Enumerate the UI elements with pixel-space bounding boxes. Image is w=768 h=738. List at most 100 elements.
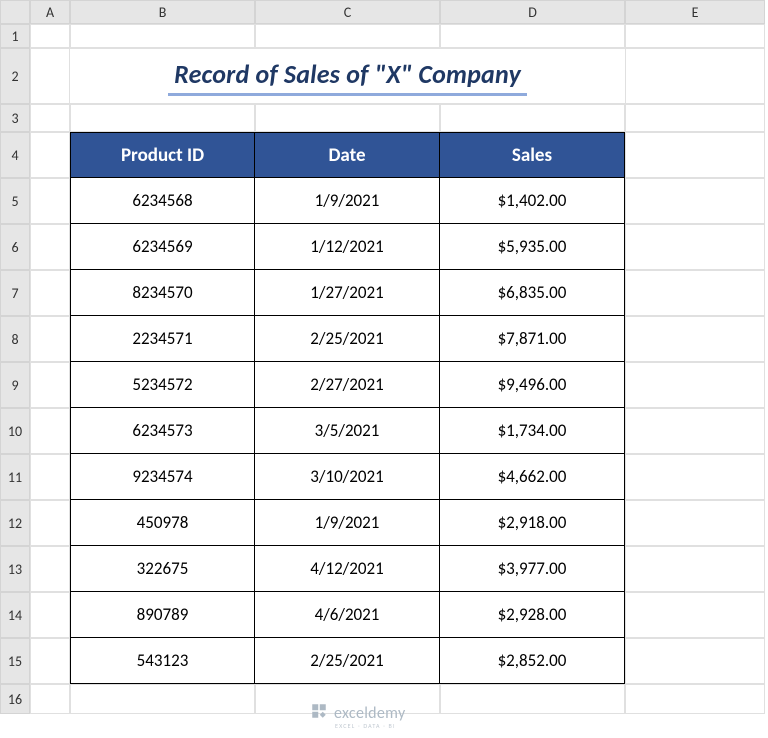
- cell-product-id[interactable]: 9234574: [70, 454, 255, 500]
- cell[interactable]: [30, 24, 70, 48]
- col-header-b[interactable]: B: [70, 0, 255, 24]
- cell-date[interactable]: 1/9/2021: [255, 178, 440, 224]
- cell-sales[interactable]: $6,835.00: [440, 270, 625, 316]
- cell-date[interactable]: 1/12/2021: [255, 224, 440, 270]
- cell[interactable]: [70, 24, 255, 48]
- cell[interactable]: [30, 408, 70, 454]
- cell[interactable]: [440, 24, 625, 48]
- cell[interactable]: [625, 224, 765, 270]
- row-header-11[interactable]: 11: [0, 454, 30, 500]
- cell-product-id[interactable]: 6234568: [70, 178, 255, 224]
- cell[interactable]: [70, 104, 255, 132]
- cell[interactable]: [30, 178, 70, 224]
- title-cell[interactable]: Record of Sales of "X" Company: [70, 48, 625, 104]
- row-header-8[interactable]: 8: [0, 316, 30, 362]
- cell-date[interactable]: 2/25/2021: [255, 316, 440, 362]
- cell-product-id[interactable]: 6234569: [70, 224, 255, 270]
- row-header-10[interactable]: 10: [0, 408, 30, 454]
- row-header-7[interactable]: 7: [0, 270, 30, 316]
- cell-date[interactable]: 1/27/2021: [255, 270, 440, 316]
- cell-sales[interactable]: $2,918.00: [440, 500, 625, 546]
- cell-sales[interactable]: $1,402.00: [440, 178, 625, 224]
- row-header-5[interactable]: 5: [0, 178, 30, 224]
- row-header-14[interactable]: 14: [0, 592, 30, 638]
- cell[interactable]: [30, 592, 70, 638]
- cell[interactable]: [625, 104, 765, 132]
- cell-product-id[interactable]: 6234573: [70, 408, 255, 454]
- cell-sales[interactable]: $7,871.00: [440, 316, 625, 362]
- cell-product-id[interactable]: 8234570: [70, 270, 255, 316]
- cell[interactable]: [625, 546, 765, 592]
- cell[interactable]: [70, 684, 255, 714]
- cell[interactable]: [625, 48, 765, 104]
- cell-product-id[interactable]: 2234571: [70, 316, 255, 362]
- cell[interactable]: [30, 638, 70, 684]
- cell[interactable]: [30, 500, 70, 546]
- cell-sales[interactable]: $9,496.00: [440, 362, 625, 408]
- cell-product-id[interactable]: 5234572: [70, 362, 255, 408]
- cell-date[interactable]: 3/10/2021: [255, 454, 440, 500]
- table-header-product-id[interactable]: Product ID: [70, 132, 255, 178]
- cell[interactable]: [625, 132, 765, 178]
- cell-sales[interactable]: $4,662.00: [440, 454, 625, 500]
- cell-product-id[interactable]: 890789: [70, 592, 255, 638]
- cell[interactable]: [625, 592, 765, 638]
- cell-date[interactable]: 1/9/2021: [255, 500, 440, 546]
- row-header-16[interactable]: 16: [0, 684, 30, 714]
- cell-sales[interactable]: $2,928.00: [440, 592, 625, 638]
- page-title: Record of Sales of "X" Company: [168, 57, 527, 96]
- select-all-corner[interactable]: [0, 0, 30, 24]
- cell-product-id[interactable]: 543123: [70, 638, 255, 684]
- row-header-6[interactable]: 6: [0, 224, 30, 270]
- cell-sales[interactable]: $2,852.00: [440, 638, 625, 684]
- cell-date[interactable]: 4/6/2021: [255, 592, 440, 638]
- cell[interactable]: [625, 178, 765, 224]
- cell[interactable]: [30, 362, 70, 408]
- cell[interactable]: [30, 684, 70, 714]
- cell[interactable]: [625, 270, 765, 316]
- cell[interactable]: [625, 362, 765, 408]
- cell[interactable]: [30, 224, 70, 270]
- cell[interactable]: [30, 104, 70, 132]
- row-header-3[interactable]: 3: [0, 104, 30, 132]
- cell[interactable]: [625, 316, 765, 362]
- table-header-sales[interactable]: Sales: [440, 132, 625, 178]
- cell[interactable]: [625, 24, 765, 48]
- col-header-a[interactable]: A: [30, 0, 70, 24]
- cell[interactable]: [30, 454, 70, 500]
- row-header-13[interactable]: 13: [0, 546, 30, 592]
- row-header-9[interactable]: 9: [0, 362, 30, 408]
- cell-product-id[interactable]: 450978: [70, 500, 255, 546]
- cell[interactable]: [440, 684, 625, 714]
- table-header-date[interactable]: Date: [255, 132, 440, 178]
- row-header-1[interactable]: 1: [0, 24, 30, 48]
- cell-sales[interactable]: $1,734.00: [440, 408, 625, 454]
- cell-date[interactable]: 3/5/2021: [255, 408, 440, 454]
- cell-sales[interactable]: $3,977.00: [440, 546, 625, 592]
- col-header-d[interactable]: D: [440, 0, 625, 24]
- cell[interactable]: [30, 270, 70, 316]
- row-header-4[interactable]: 4: [0, 132, 30, 178]
- row-header-2[interactable]: 2: [0, 48, 30, 104]
- col-header-c[interactable]: C: [255, 0, 440, 24]
- row-header-15[interactable]: 15: [0, 638, 30, 684]
- cell-date[interactable]: 2/27/2021: [255, 362, 440, 408]
- cell[interactable]: [30, 48, 70, 104]
- cell[interactable]: [255, 104, 440, 132]
- cell-product-id[interactable]: 322675: [70, 546, 255, 592]
- cell[interactable]: [30, 546, 70, 592]
- row-header-12[interactable]: 12: [0, 500, 30, 546]
- cell[interactable]: [30, 132, 70, 178]
- cell[interactable]: [30, 316, 70, 362]
- cell-sales[interactable]: $5,935.00: [440, 224, 625, 270]
- cell[interactable]: [625, 684, 765, 714]
- cell-date[interactable]: 4/12/2021: [255, 546, 440, 592]
- cell-date[interactable]: 2/25/2021: [255, 638, 440, 684]
- cell[interactable]: [625, 638, 765, 684]
- col-header-e[interactable]: E: [625, 0, 765, 24]
- cell[interactable]: [625, 500, 765, 546]
- cell[interactable]: [625, 408, 765, 454]
- cell[interactable]: [255, 24, 440, 48]
- cell[interactable]: [625, 454, 765, 500]
- cell[interactable]: [440, 104, 625, 132]
